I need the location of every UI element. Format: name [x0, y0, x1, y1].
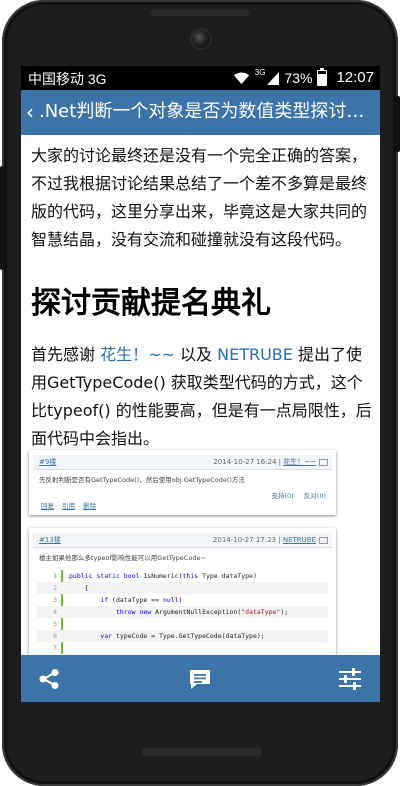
code-line: 5 [37, 618, 328, 630]
clock: 12:07 [336, 69, 374, 86]
code-text: var typeCode = Type.GetTypeCode(dataType… [100, 632, 265, 640]
reply-link: 回复 [41, 502, 54, 510]
battery-percent: 73% [284, 69, 313, 86]
code-text: throw new ArgumentNullException("dataTyp… [115, 608, 289, 616]
comment-author: NETRUBE [282, 536, 316, 544]
code-line: 7 [37, 642, 328, 654]
comment-header: #13楼 2014-10-27 17:23 | NETRUBE [33, 533, 332, 548]
comment-author: 花生！~~ [283, 458, 316, 466]
comment-body: 楼主如果他那么多typeof影响性能可以用GetTypeCode~ [39, 554, 206, 562]
signal-icon [267, 71, 280, 85]
oppose-link: 反对(0) [303, 492, 326, 500]
code-line: 2 { [37, 582, 328, 594]
line-number: 3 [53, 596, 57, 604]
comment-date: 2014-10-27 16:24 [213, 458, 277, 466]
battery-fill [318, 74, 327, 85]
thanks-prefix: 首先感谢 [31, 345, 101, 364]
line-number: 6 [53, 632, 57, 640]
comment-date: 2014-10-27 17:23 [212, 536, 277, 544]
article-content[interactable]: 大家的讨论最终还是没有一个完全正确的答案，不过我根据讨论结果总结了一个差不多算是… [21, 135, 380, 655]
mail-icon [319, 459, 328, 466]
screen: 中国移动 3G 3G 73% 12:07 ‹ .Net判断一个对象是否为数值类型… [21, 66, 380, 702]
status-icons: 3G 73% 12:07 [233, 67, 374, 86]
volume-button [0, 166, 4, 270]
support-link: 支持(0) [271, 492, 294, 500]
author-link-netrube[interactable]: NETRUBE [217, 345, 293, 364]
comment-header: #9楼 2014-10-27 16:24 | 花生！~~ [33, 455, 332, 470]
comment-actions: 回复 引用 删除 [41, 500, 102, 510]
line-number: 1 [53, 572, 57, 580]
carrier-label: 中国移动 3G [28, 71, 107, 87]
code-text: if (dataType == null) [100, 596, 183, 604]
sliders-icon[interactable] [336, 665, 364, 693]
intro-paragraph: 大家的讨论最终还是没有一个完全正确的答案，不过我根据讨论结果总结了一个差不多算是… [31, 146, 368, 249]
title-bar: ‹ .Net判断一个对象是否为数值类型探讨总结 [21, 90, 380, 135]
line-number: 7 [53, 644, 57, 652]
thanks-paragraph: 首先感谢 花生！~~ 以及 NETRUBE 提出了使用GetTypeCode()… [31, 341, 373, 453]
bottom-speaker [142, 748, 262, 756]
line-number: 4 [53, 608, 57, 616]
section-heading: 探讨贡献提名典礼 [31, 286, 271, 321]
share-icon[interactable] [35, 665, 63, 693]
code-line: 4 throw new ArgumentNullException("dataT… [37, 606, 328, 618]
line-number: 5 [53, 620, 57, 628]
comment-body: 先反射判断是否有GetTypeCode()，然后使用obj.GetTypeCod… [39, 476, 245, 484]
comment-separator: | [278, 536, 281, 544]
code-text: { [69, 584, 89, 592]
battery-icon [317, 67, 328, 86]
delete-link: 删除 [83, 502, 97, 510]
comment-meta: 2014-10-27 16:24 | 花生！~~ [213, 455, 316, 469]
comment-screenshot-1: #9楼 2014-10-27 16:24 | 花生！~~ 先反射判断是否有Get… [29, 450, 336, 515]
code-line: 1 public static bool IsNumeric(this Type … [37, 570, 328, 582]
power-button [396, 96, 400, 152]
back-icon[interactable]: ‹ [26, 100, 34, 124]
comment-icon[interactable] [186, 665, 214, 693]
vote-links: 支持(0) 反对(0) [263, 490, 326, 500]
page-title: .Net判断一个对象是否为数值类型探讨总结 [39, 101, 377, 122]
comment-meta: 2014-10-27 17:23 | NETRUBE [213, 533, 316, 547]
comment-separator: | [278, 458, 282, 466]
bottom-toolbar [21, 655, 380, 702]
earpiece [150, 10, 250, 16]
thanks-mid: 以及 [174, 345, 218, 364]
author-link-huasheng[interactable]: 花生！~~ [100, 345, 175, 364]
code-text: public static bool IsNumeric(this Type d… [69, 572, 257, 580]
wifi-icon [233, 72, 249, 84]
quote-link: 引用 [62, 502, 76, 510]
comment-number: #9楼 [39, 458, 57, 466]
status-bar: 中国移动 3G 3G 73% 12:07 [21, 66, 380, 90]
code-line: 3 if (dataType == null) [37, 594, 328, 606]
code-block: 1 public static bool IsNumeric(this Type … [37, 570, 328, 655]
comment-screenshot-2: #13楼 2014-10-27 17:23 | NETRUBE 楼主如果他那么多… [29, 528, 336, 655]
comment-number: #13楼 [39, 536, 61, 544]
network-type: 3G [254, 68, 266, 77]
line-number: 2 [53, 584, 57, 592]
mail-icon [319, 537, 328, 544]
front-camera [192, 30, 210, 48]
code-line: 6 var typeCode = Type.GetTypeCode(dataTy… [37, 630, 328, 642]
